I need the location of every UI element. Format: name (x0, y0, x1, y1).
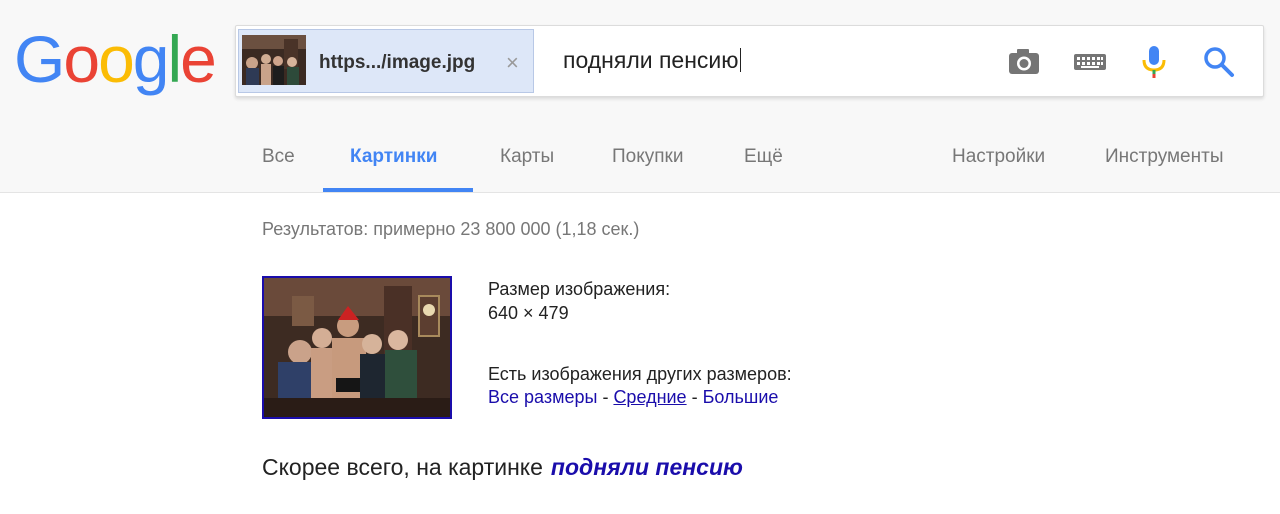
text-caret (739, 48, 741, 72)
separator: - (686, 387, 703, 407)
search-icon[interactable] (1201, 44, 1237, 80)
logo-letter: G (14, 22, 65, 96)
result-image-thumbnail[interactable] (262, 276, 452, 419)
logo-letter: o (63, 22, 100, 96)
results-count: Результатов: примерно 23 800 000 (1,18 с… (262, 219, 640, 239)
tab-settings[interactable]: Настройки (952, 146, 1045, 168)
all-sizes-link[interactable]: Все размеры (488, 387, 597, 407)
tab-all[interactable]: Все (262, 146, 295, 168)
google-logo[interactable]: Google (14, 22, 217, 96)
tab-maps[interactable]: Карты (500, 146, 554, 168)
active-tab-indicator (323, 188, 473, 192)
search-image-chip[interactable]: https.../image.jpg × (238, 29, 534, 93)
search-input[interactable]: подняли пенсию (563, 47, 741, 74)
chip-thumbnail (242, 35, 306, 85)
best-guess-label: Скорее всего, на картинке (262, 454, 543, 480)
medium-sizes-link[interactable]: Средние (613, 387, 686, 407)
close-icon[interactable]: × (506, 50, 519, 76)
best-guess-link[interactable]: подняли пенсию (551, 454, 743, 480)
logo-letter: o (98, 22, 135, 96)
search-query-text: подняли пенсию (563, 47, 739, 73)
microphone-icon[interactable] (1136, 44, 1172, 80)
logo-letter: e (180, 22, 217, 96)
image-size-value: 640 × 479 (488, 303, 569, 323)
camera-icon[interactable] (1006, 44, 1042, 80)
large-sizes-link[interactable]: Большие (703, 387, 779, 407)
tab-more[interactable]: Ещё (744, 146, 783, 168)
best-guess: Скорее всего, на картинке подняли пенсию (262, 454, 743, 481)
image-size-label: Размер изображения: (488, 279, 671, 299)
tab-tools[interactable]: Инструменты (1105, 146, 1223, 168)
other-sizes-label: Есть изображения других размеров: (488, 364, 792, 384)
tab-shopping[interactable]: Покупки (612, 146, 683, 168)
search-tabs: Все Картинки Карты Покупки Ещё Настройки… (0, 130, 1280, 192)
separator: - (597, 387, 614, 407)
tab-images[interactable]: Картинки (350, 146, 437, 168)
chip-filename: https.../image.jpg (319, 52, 476, 73)
size-links: Все размеры - Средние - Большие (488, 387, 778, 408)
keyboard-icon[interactable] (1072, 44, 1108, 80)
search-box[interactable]: https.../image.jpg × подняли пенсию (235, 25, 1264, 97)
header: Google https.../image.jpg × подняли пенс… (0, 0, 1280, 193)
logo-letter: l (167, 22, 183, 96)
logo-letter: g (132, 22, 170, 96)
